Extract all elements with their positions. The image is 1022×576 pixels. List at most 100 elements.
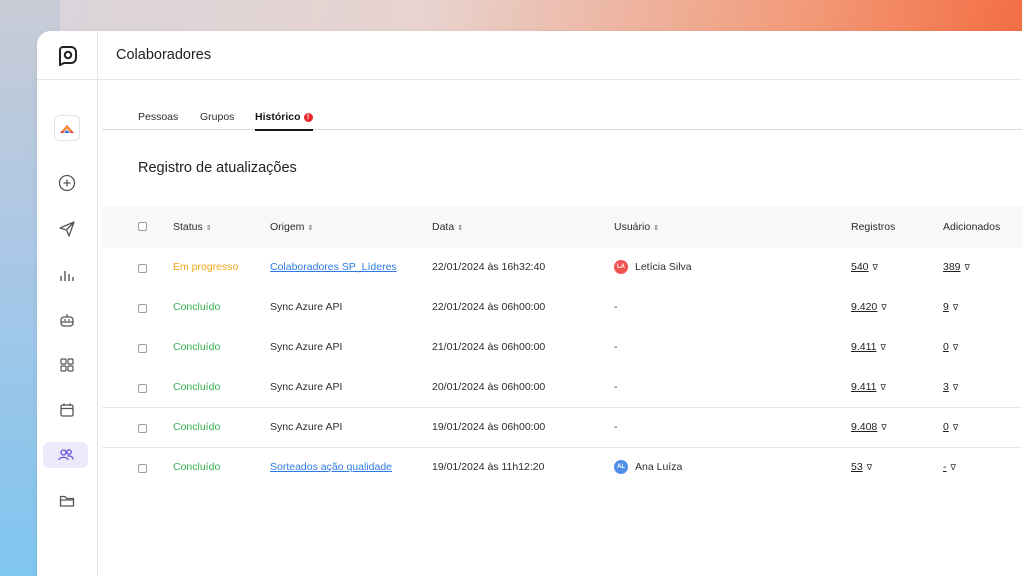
- adicionados-count[interactable]: -: [943, 461, 947, 473]
- main-content: Pessoas Grupos Histórico! Registro de at…: [98, 80, 1022, 576]
- adicionados-count[interactable]: 0: [943, 421, 949, 433]
- app-logo[interactable]: [37, 31, 98, 80]
- row-checkbox[interactable]: [138, 464, 147, 473]
- date-text: 19/01/2024 às 11h12:20: [432, 461, 545, 473]
- date-text: 21/01/2024 às 06h00:00: [432, 341, 546, 353]
- adicionados-cell: 3 ∇: [943, 381, 958, 393]
- row-checkbox[interactable]: [138, 384, 147, 393]
- topbar: Colaboradores: [98, 31, 1022, 80]
- user-name: -: [614, 301, 618, 313]
- table-row[interactable]: Concluído Sync Azure API 22/01/2024 às 06h…: [102, 288, 1022, 328]
- grid-icon[interactable]: [55, 353, 79, 377]
- section-title: Registro de atualizações: [138, 160, 297, 176]
- filter-icon[interactable]: ∇: [873, 263, 878, 272]
- status-text: Concluído: [173, 341, 221, 353]
- user-name: Ana Luíza: [635, 460, 683, 473]
- status-text: Concluído: [173, 301, 221, 313]
- origin-text: Sync Azure API: [270, 341, 343, 353]
- filter-icon[interactable]: ∇: [953, 383, 958, 392]
- sidebar: [37, 31, 98, 576]
- col-origem[interactable]: Origem ⇕: [270, 221, 313, 233]
- origin-text: Sync Azure API: [270, 421, 343, 433]
- origin-text: Sync Azure API: [270, 301, 343, 313]
- chart-icon[interactable]: [55, 262, 79, 286]
- adicionados-count[interactable]: 389: [943, 261, 961, 273]
- registros-count[interactable]: 9.411: [851, 381, 877, 393]
- registros-count[interactable]: 540: [851, 261, 869, 273]
- filter-icon[interactable]: ∇: [867, 463, 872, 472]
- send-icon[interactable]: [55, 217, 79, 241]
- tab-grupos[interactable]: Grupos: [200, 111, 234, 123]
- app-window: Colaboradores Pessoas Grupos Histórico! …: [37, 31, 1022, 576]
- tab-pessoas[interactable]: Pessoas: [138, 111, 178, 123]
- registros-cell: 9.420 ∇: [851, 301, 887, 313]
- tab-historico[interactable]: Histórico!: [255, 111, 313, 131]
- user-name: Letícia Silva: [635, 260, 692, 273]
- registros-cell: 9.408 ∇: [851, 421, 887, 433]
- folder-icon[interactable]: [55, 489, 79, 513]
- org-avatar[interactable]: [54, 115, 80, 141]
- tab-label: Histórico: [255, 111, 301, 123]
- tab-label: Pessoas: [138, 111, 179, 123]
- adicionados-count[interactable]: 0: [943, 341, 949, 353]
- page-title: Colaboradores: [116, 47, 212, 63]
- people-icon[interactable]: [43, 442, 88, 468]
- select-all-checkbox[interactable]: [138, 222, 147, 231]
- registros-cell: 53 ∇: [851, 461, 872, 473]
- table-row[interactable]: Em progresso Colaboradores SP_Líderes 22/0…: [102, 248, 1022, 288]
- table-row[interactable]: Concluído Sync Azure API 20/01/2024 às 06h…: [102, 368, 1022, 408]
- col-label: Origem: [270, 221, 305, 233]
- sort-icon: ⇕: [653, 225, 660, 232]
- registros-cell: 540 ∇: [851, 261, 878, 273]
- filter-icon[interactable]: ∇: [953, 423, 958, 432]
- user-avatar: LA: [614, 260, 628, 274]
- date-text: 19/01/2024 às 06h00:00: [432, 421, 546, 433]
- row-checkbox[interactable]: [138, 344, 147, 353]
- date-text: 22/01/2024 às 06h00:00: [432, 301, 546, 313]
- filter-icon[interactable]: ∇: [881, 423, 886, 432]
- filter-icon[interactable]: ∇: [881, 343, 886, 352]
- origin-link[interactable]: Colaboradores SP_Líderes: [270, 261, 397, 273]
- filter-icon[interactable]: ∇: [881, 303, 886, 312]
- registros-count[interactable]: 9.411: [851, 341, 877, 353]
- col-data[interactable]: Data ⇕: [432, 221, 463, 233]
- notification-badge: !: [303, 113, 313, 122]
- table-row[interactable]: Concluído Sorteados ação qualidade 19/01/2…: [102, 448, 1022, 488]
- sort-icon: ⇕: [457, 225, 464, 232]
- origin-link[interactable]: Sorteados ação qualidade: [270, 461, 392, 473]
- adicionados-count[interactable]: 9: [943, 301, 949, 313]
- registros-cell: 9.411 ∇: [851, 341, 886, 353]
- filter-icon[interactable]: ∇: [953, 303, 958, 312]
- filter-icon[interactable]: ∇: [951, 463, 956, 472]
- adicionados-count[interactable]: 3: [943, 381, 949, 393]
- sort-icon: ⇕: [307, 225, 314, 232]
- user-name: -: [614, 381, 618, 393]
- user-cell: LA Letícia Silva: [614, 260, 692, 274]
- calendar-icon[interactable]: [55, 398, 79, 422]
- col-registros: Registros: [851, 221, 896, 233]
- col-status[interactable]: Status ⇕: [173, 221, 212, 233]
- row-checkbox[interactable]: [138, 264, 147, 273]
- row-checkbox[interactable]: [138, 424, 147, 433]
- filter-icon[interactable]: ∇: [965, 263, 970, 272]
- col-usuario[interactable]: Usuário ⇕: [614, 221, 659, 233]
- registros-count[interactable]: 9.420: [851, 301, 877, 313]
- table-row[interactable]: Concluído Sync Azure API 21/01/2024 às 06h…: [102, 328, 1022, 368]
- adicionados-cell: 389 ∇: [943, 261, 970, 273]
- adicionados-cell: 0 ∇: [943, 341, 958, 353]
- row-checkbox[interactable]: [138, 304, 147, 313]
- user-cell: -: [614, 341, 618, 353]
- table-row[interactable]: Concluído Sync Azure API 19/01/2024 às 06h…: [102, 408, 1022, 448]
- user-cell: -: [614, 301, 618, 313]
- registros-count[interactable]: 53: [851, 461, 863, 473]
- registros-count[interactable]: 9.408: [851, 421, 877, 433]
- origin-text: Sync Azure API: [270, 381, 343, 393]
- bot-icon[interactable]: [55, 308, 79, 332]
- filter-icon[interactable]: ∇: [881, 383, 886, 392]
- tab-bar: Pessoas Grupos Histórico!: [102, 80, 1022, 131]
- app-logo-icon: [58, 46, 77, 66]
- filter-icon[interactable]: ∇: [953, 343, 958, 352]
- add-icon[interactable]: [55, 171, 79, 195]
- user-cell: AL Ana Luíza: [614, 460, 682, 474]
- registros-cell: 9.411 ∇: [851, 381, 886, 393]
